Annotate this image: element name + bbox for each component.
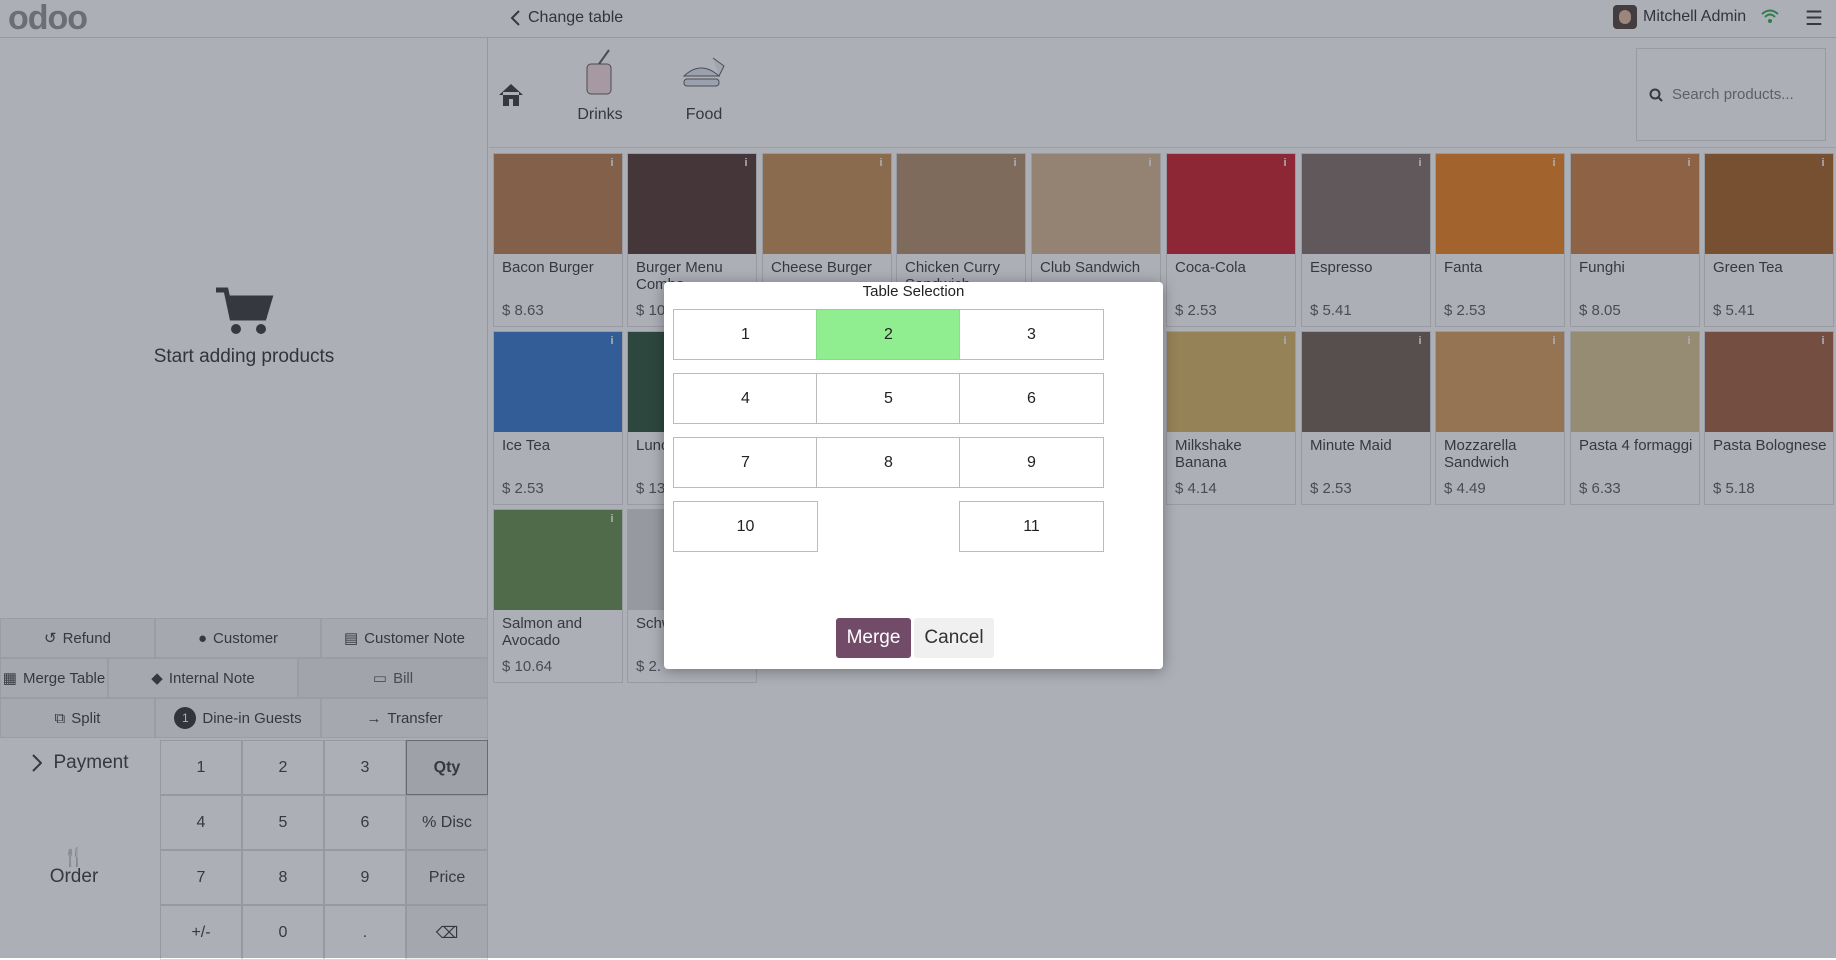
dialog-title: Table Selection <box>862 283 965 300</box>
merge-button[interactable]: Merge <box>836 618 911 658</box>
table-button-5[interactable]: 5 <box>816 373 961 424</box>
table-selection-dialog: Table Selection 1 2 3 4 5 6 7 8 9 10 11 Merge Canc… <box>664 282 1163 669</box>
cancel-button[interactable]: Cancel <box>914 618 994 658</box>
table-button-3[interactable]: 3 <box>959 309 1104 360</box>
table-button-2[interactable]: 2 <box>816 309 961 360</box>
table-button-8[interactable]: 8 <box>816 437 961 488</box>
table-button-4[interactable]: 4 <box>673 373 818 424</box>
table-button-11[interactable]: 11 <box>959 501 1104 552</box>
table-button-9[interactable]: 9 <box>959 437 1104 488</box>
table-button-7[interactable]: 7 <box>673 437 818 488</box>
table-button-10[interactable]: 10 <box>673 501 818 552</box>
table-button-1[interactable]: 1 <box>673 309 818 360</box>
table-button-6[interactable]: 6 <box>959 373 1104 424</box>
